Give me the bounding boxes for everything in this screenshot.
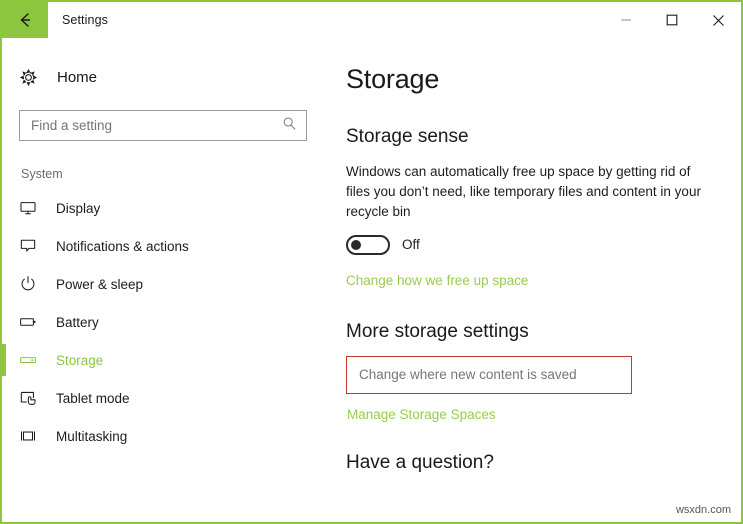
storage-sense-heading: Storage sense [346, 126, 469, 147]
sidebar-item-home[interactable]: Home [2, 58, 337, 96]
window-content: Home System [2, 38, 741, 522]
multitasking-icon [19, 427, 53, 445]
back-arrow-icon [15, 10, 35, 30]
storage-sense-toggle[interactable] [346, 234, 390, 255]
power-icon [19, 275, 53, 293]
sidebar-item-label: Tablet mode [56, 390, 130, 406]
sidebar-item-label: Battery [56, 314, 99, 330]
settings-window: Settings Home Find a setting System Disp… [0, 0, 743, 524]
page-title: Storage [346, 64, 440, 94]
sidebar-item-battery[interactable]: Battery [2, 303, 337, 341]
gear-icon [19, 68, 53, 87]
title-bar: Settings [2, 2, 741, 38]
more-storage-settings-heading: More storage settings [346, 320, 529, 342]
tablet-hand-icon [19, 389, 53, 407]
sidebar-item-label: Multitasking [56, 428, 128, 444]
sidebar-item-tablet-mode[interactable]: Tablet mode [2, 379, 337, 417]
toggle-state-label: Off [402, 237, 420, 253]
back-button[interactable] [2, 2, 48, 38]
sidebar-item-display[interactable]: Display [2, 189, 337, 227]
change-free-space-link[interactable]: Change how we free up space [346, 273, 528, 288]
sidebar-item-multitasking[interactable]: Multitasking [2, 417, 337, 455]
sidebar-item-power-sleep[interactable]: Power & sleep [2, 265, 337, 303]
sidebar-item-label-home: Home [57, 68, 98, 86]
battery-icon [19, 313, 53, 331]
maximize-button[interactable] [649, 2, 695, 38]
have-a-question-heading: Have a question? [346, 451, 494, 473]
sidebar-nav-list: Display Notifications & actions Power & … [2, 189, 337, 455]
sidebar-item-label: Notifications & actions [56, 238, 189, 254]
watermark: wsxdn.com [675, 504, 731, 516]
main-pane: Storage Storage sense Windows can automa… [337, 38, 741, 522]
sidebar-item-storage[interactable]: Storage [2, 341, 337, 379]
search-box[interactable] [19, 110, 307, 141]
minimize-button[interactable] [603, 2, 649, 38]
storage-sense-description: Windows can automatically free up space … [346, 164, 701, 219]
speech-bubble-icon [19, 237, 53, 255]
window-controls [603, 2, 741, 38]
window-title: Settings [62, 13, 108, 27]
minimize-icon [620, 14, 632, 26]
sidebar-item-notifications-actions[interactable]: Notifications & actions [2, 227, 337, 265]
close-icon [712, 14, 725, 27]
maximize-icon [666, 14, 678, 26]
monitor-icon [19, 199, 53, 217]
sidebar: Home System [2, 38, 337, 522]
search-input[interactable] [20, 111, 306, 140]
change-where-new-content-is-saved-link[interactable]: Change where new content is saved [359, 367, 577, 382]
sidebar-item-label: Power & sleep [56, 276, 144, 292]
sidebar-category-label: System [21, 167, 63, 181]
sidebar-item-label: Display [56, 200, 101, 216]
toggle-knob [351, 239, 361, 250]
drive-icon [19, 351, 53, 369]
sidebar-item-label: Storage [56, 352, 104, 368]
storage-sense-toggle-row: Off [346, 234, 741, 255]
highlight-box: Change where new content is saved [346, 355, 632, 394]
close-button[interactable] [695, 2, 741, 38]
manage-storage-spaces-link[interactable]: Manage Storage Spaces [347, 407, 496, 422]
